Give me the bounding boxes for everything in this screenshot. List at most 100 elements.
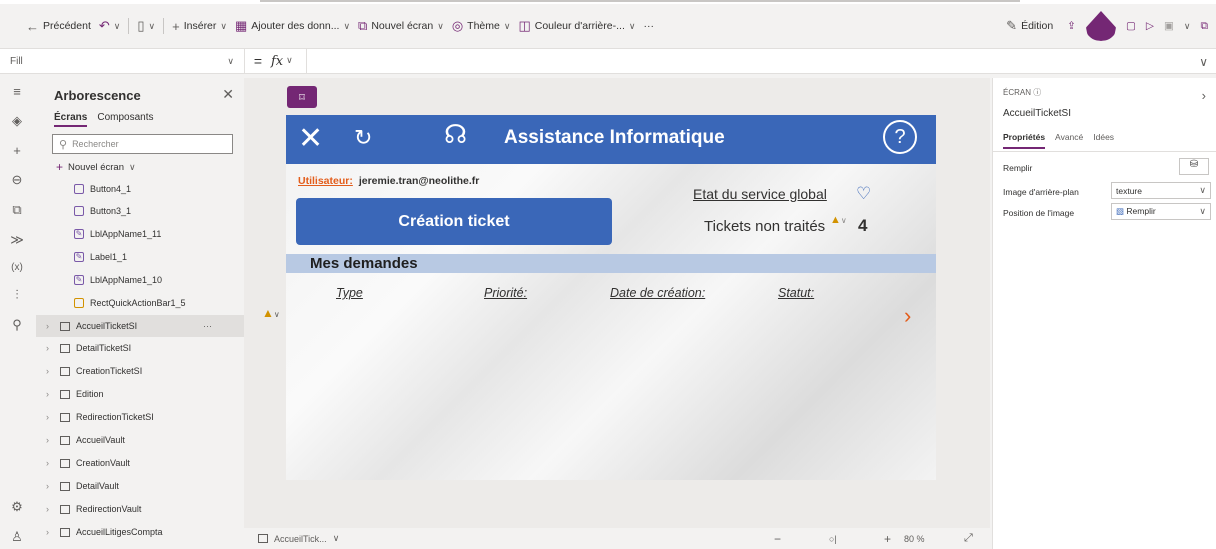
divider xyxy=(128,18,130,34)
warning-icon[interactable]: ▲∨ xyxy=(262,306,280,320)
chevron-right-icon: › xyxy=(46,458,49,468)
image-position-dropdown[interactable]: ▧ Remplir ∨ xyxy=(1111,203,1211,220)
chevron-right-icon[interactable]: › xyxy=(1202,88,1206,103)
help-icon[interactable]: ⓘ xyxy=(1033,88,1041,97)
tree-control-item[interactable]: Button4_1 xyxy=(36,178,244,200)
tab-properties[interactable]: Propriétés xyxy=(1003,132,1046,149)
palette-icon: ◎ xyxy=(451,18,464,33)
column-header-priority: Priorité: xyxy=(484,286,528,300)
menu-icon[interactable]: ≡ xyxy=(13,84,21,99)
tree-screen-item[interactable]: › DetailVault xyxy=(36,475,244,497)
new-screen-button[interactable]: ⧉ Nouvel écran ∨ xyxy=(354,18,448,34)
create-ticket-button[interactable]: Création ticket xyxy=(296,198,612,245)
chevron-down-icon[interactable]: ∨ xyxy=(1184,21,1191,32)
edit-button[interactable]: ✎ Édition xyxy=(1002,18,1057,34)
tree-screen-item[interactable]: › AccueilTicketSI ··· xyxy=(36,315,244,337)
insert-button[interactable]: + Insérer ∨ xyxy=(168,19,231,34)
tree-screen-item[interactable]: › Edition xyxy=(36,383,244,405)
tab-ideas[interactable]: Idées xyxy=(1093,132,1114,149)
fit-screen-icon[interactable]: ⤢ xyxy=(964,532,973,545)
tree-control-item[interactable]: RectQuickActionBar1_5 xyxy=(36,292,244,314)
undo-button[interactable]: ↶ ∨ xyxy=(95,18,125,34)
tree-control-item[interactable]: ✎ Label1_1 xyxy=(36,246,244,268)
chat-icon: ⌑ xyxy=(299,91,305,104)
chevron-right-icon: › xyxy=(46,504,49,514)
fill-color-picker[interactable]: ⛁ xyxy=(1179,158,1209,175)
fill-label: Remplir xyxy=(1003,163,1033,173)
tree-screen-item[interactable]: › CreationTicketSI xyxy=(36,360,244,382)
current-screen-selector[interactable]: AccueilTick... xyxy=(274,534,327,544)
plus-icon[interactable]: + xyxy=(13,143,21,158)
media-icon[interactable]: ⧉ xyxy=(12,202,21,218)
close-icon[interactable]: ✕ xyxy=(222,86,234,103)
tree-control-item[interactable]: ✎ LblAppName1_10 xyxy=(36,269,244,291)
tree-screen-item[interactable]: › RedirectionTicketSI xyxy=(36,406,244,428)
tree-screen-item[interactable]: › DetailTicketSI xyxy=(36,337,244,359)
theme-button[interactable]: ◎ Thème ∨ xyxy=(448,18,515,34)
search-icon[interactable]: ⚲ xyxy=(12,317,22,333)
tab-screens[interactable]: Écrans xyxy=(54,112,88,127)
play-icon[interactable]: ▷ xyxy=(1146,20,1154,32)
chevron-down-icon: ∨ xyxy=(1199,185,1206,195)
screen-icon xyxy=(60,435,70,445)
background-image-label: Image d'arrière-plan xyxy=(1003,187,1079,197)
chevron-right-icon: › xyxy=(46,366,49,376)
refresh-icon[interactable]: ↻ xyxy=(354,125,372,151)
more-options-icon[interactable]: ··· xyxy=(203,321,212,331)
left-rail: ≡ ◈ + ⊖ ⧉ ≫ (x) ⫶ ⚲ ⚙ ♙ xyxy=(0,78,34,549)
comment-icon[interactable]: ▢ xyxy=(1126,20,1136,32)
divider xyxy=(163,18,165,34)
tools-icon[interactable]: ⫶ xyxy=(15,287,18,303)
property-dropdown[interactable]: Fill ∨ xyxy=(0,49,245,73)
screen-icon xyxy=(60,366,70,376)
background-image-dropdown[interactable]: texture ∨ xyxy=(1111,182,1211,199)
chevron-right-icon: › xyxy=(46,435,49,445)
chevron-down-icon: ∨ xyxy=(628,20,636,31)
formula-input[interactable] xyxy=(307,49,1216,73)
automate-icon[interactable]: ≫ xyxy=(10,232,24,248)
help-icon[interactable]: ? xyxy=(883,120,917,154)
chevron-right-icon[interactable]: › xyxy=(904,303,911,329)
save-icon[interactable]: ▣ xyxy=(1164,20,1174,32)
tab-advanced[interactable]: Avancé xyxy=(1055,132,1083,149)
back-button[interactable]: ← Précédent xyxy=(22,19,95,34)
chevron-down-icon: ∨ xyxy=(148,20,156,31)
variables-icon[interactable]: (x) xyxy=(11,262,23,273)
tickets-label: Tickets non traités xyxy=(704,218,826,235)
expand-chevron-icon[interactable]: ∨ xyxy=(1199,55,1208,69)
screen-icon xyxy=(60,481,70,491)
data-icon[interactable]: ⊖ xyxy=(12,172,23,188)
zoom-slider[interactable]: ○| xyxy=(829,534,837,544)
tree-screen-item[interactable]: › CreationVault xyxy=(36,452,244,474)
layers-icon[interactable]: ◈ xyxy=(12,113,22,129)
tab-components[interactable]: Composants xyxy=(97,112,153,127)
tree-control-item[interactable]: ✎ LblAppName1_11 xyxy=(36,223,244,245)
tree-screen-item[interactable]: › AccueilLitigesCompta xyxy=(36,521,244,543)
screen-icon xyxy=(60,389,70,399)
tree-control-item[interactable]: Button3_1 xyxy=(36,200,244,222)
database-icon: ▦ xyxy=(235,18,248,33)
chevron-down-icon[interactable]: ∨ xyxy=(333,533,340,544)
more-commands-button[interactable]: ··· xyxy=(639,20,658,32)
screen-icon xyxy=(60,412,70,422)
zoom-out-icon[interactable]: − xyxy=(774,532,781,546)
virtual-agent-icon[interactable]: ♙ xyxy=(11,529,23,545)
share-icon[interactable]: ⇪ xyxy=(1067,20,1076,32)
rectangle-control-icon xyxy=(74,298,84,308)
zoom-in-icon[interactable]: + xyxy=(884,532,891,546)
comment-badge[interactable]: ⌑ xyxy=(287,86,317,108)
tree-screen-item[interactable]: › RedirectionVault xyxy=(36,498,244,520)
new-screen-link[interactable]: + Nouvel écran ∨ xyxy=(56,161,136,173)
add-data-button[interactable]: ▦ Ajouter des donn... ∨ xyxy=(231,18,354,34)
paste-button[interactable]: ▯ ∨ xyxy=(133,18,159,34)
settings-icon[interactable]: ⚙ xyxy=(11,499,23,515)
publish-icon[interactable]: ⧉ xyxy=(1201,20,1209,33)
close-icon[interactable]: ✕ xyxy=(298,121,323,157)
function-button[interactable]: fx ∨ xyxy=(271,49,307,73)
warning-icon[interactable]: ▲∨ xyxy=(830,214,847,226)
background-color-button[interactable]: ◫ Couleur d'arrière-... ∨ xyxy=(514,18,639,34)
service-status-link[interactable]: Etat du service global xyxy=(693,186,827,202)
heart-pulse-icon[interactable]: ♡ xyxy=(856,184,871,204)
search-input[interactable]: ⚲ Rechercher xyxy=(52,134,233,154)
tree-screen-item[interactable]: › AccueilVault xyxy=(36,429,244,451)
